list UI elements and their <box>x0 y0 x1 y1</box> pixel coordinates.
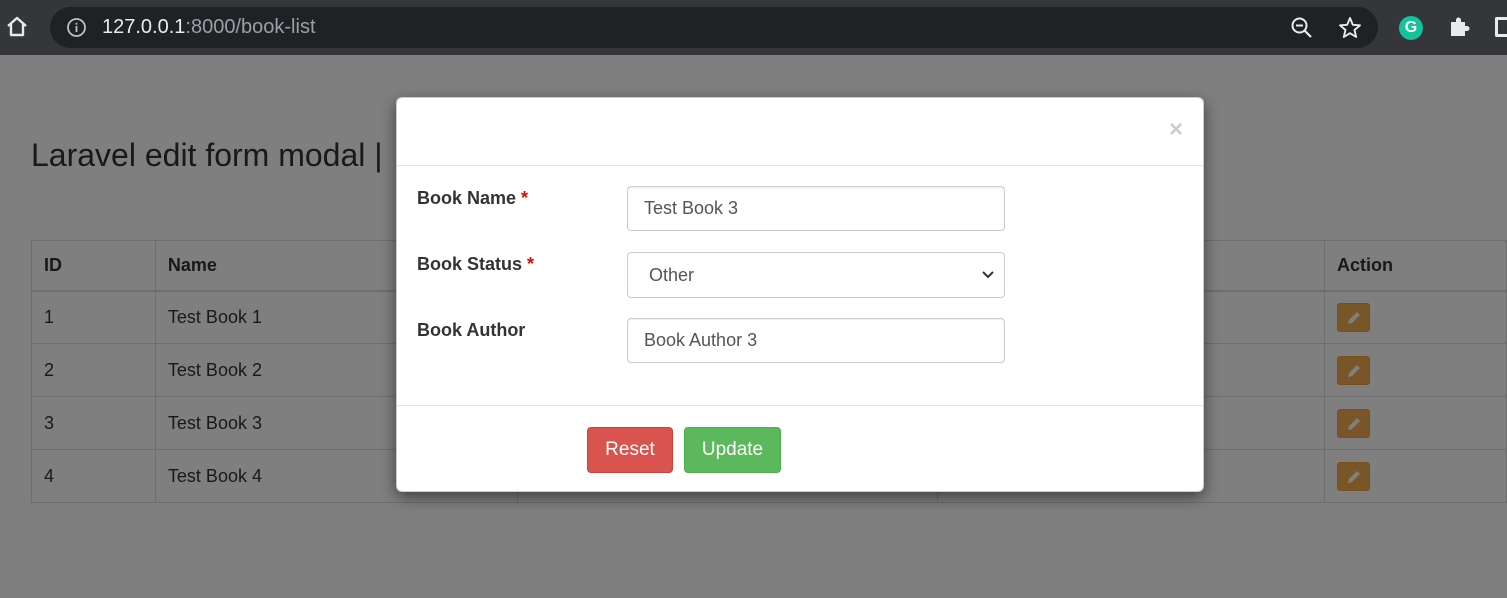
close-icon[interactable]: × <box>1169 116 1183 144</box>
book-status-select[interactable]: Other <box>627 252 1005 298</box>
book-status-label: Book Status * <box>417 254 534 275</box>
book-name-input[interactable] <box>627 186 1005 231</box>
reset-button[interactable]: Reset <box>587 427 673 473</box>
edit-book-modal: × Book Name * Book Status * Other Book A… <box>396 97 1204 492</box>
book-author-input[interactable] <box>627 318 1005 363</box>
book-author-label: Book Author <box>417 320 526 340</box>
book-status-label-text: Book Status <box>417 254 523 274</box>
book-status-selected: Other <box>649 265 695 285</box>
browser-toolbar: 127.0.0.1:8000/book-list G <box>0 0 1507 55</box>
modal-header: × <box>397 98 1203 166</box>
url-text[interactable]: 127.0.0.1:8000/book-list <box>102 16 316 38</box>
required-mark: * <box>521 188 529 208</box>
book-status-row: Book Status * Other <box>397 252 1203 298</box>
home-icon[interactable] <box>4 14 30 40</box>
url-host: 127.0.0.1 <box>102 16 186 38</box>
book-name-label-text: Book Name <box>417 188 517 208</box>
bookmark-star-icon[interactable] <box>1337 15 1363 41</box>
grammarly-extension-icon[interactable]: G <box>1399 16 1423 40</box>
address-bar[interactable]: 127.0.0.1:8000/book-list <box>50 7 1378 48</box>
book-name-label: Book Name * <box>417 188 528 209</box>
book-author-row: Book Author <box>397 318 1203 364</box>
update-button[interactable]: Update <box>684 427 781 473</box>
zoom-icon[interactable] <box>1290 16 1314 40</box>
book-name-row: Book Name * <box>397 186 1203 232</box>
chevron-down-icon <box>982 271 994 279</box>
url-path: :8000/book-list <box>185 16 316 38</box>
side-panel-icon[interactable] <box>1495 17 1507 37</box>
modal-footer: Reset Update <box>397 405 1203 491</box>
extensions-puzzle-icon[interactable] <box>1446 14 1472 40</box>
required-mark: * <box>527 254 535 274</box>
info-icon[interactable] <box>66 17 87 38</box>
